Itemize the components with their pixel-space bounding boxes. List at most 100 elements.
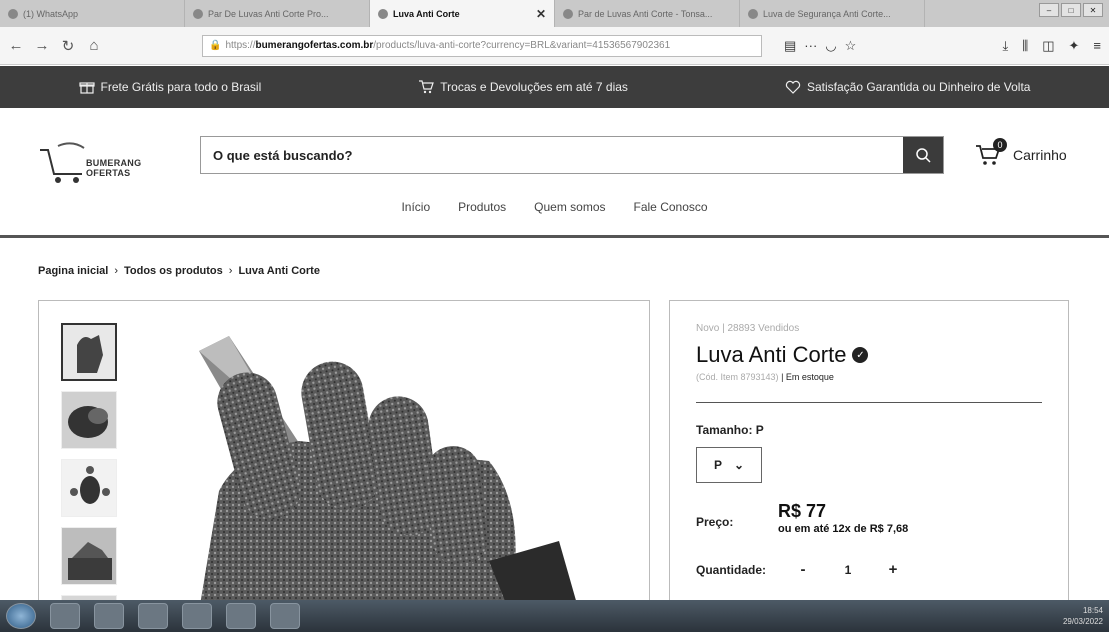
verified-check-icon: ✓ (852, 347, 869, 363)
thumbnail-list (61, 323, 119, 610)
firefox-icon[interactable] (226, 603, 256, 629)
site-logo[interactable]: BUMERANG OFERTAS (38, 138, 178, 188)
browser-tab[interactable]: (1) WhatsApp (0, 0, 185, 27)
menu-item-produtos[interactable]: Produtos (458, 200, 506, 214)
media-player-icon[interactable] (138, 603, 168, 629)
breadcrumb-current: Luva Anti Corte (238, 265, 320, 277)
announcement-label: Satisfação Garantida ou Dinheiro de Volt… (806, 80, 1031, 94)
product-price: R$ 77 (778, 501, 827, 521)
size-select[interactable]: P ⌄ (696, 447, 762, 483)
browser-tab[interactable]: Par De Luvas Anti Corte Pro... (185, 0, 370, 27)
search-input[interactable]: O que está buscando? (201, 137, 903, 173)
quantity-increase-button[interactable]: + (878, 561, 908, 578)
cart-count-badge: 0 (993, 138, 1007, 152)
more-icon[interactable]: ··· (804, 38, 817, 54)
product-thumbnail[interactable] (61, 459, 117, 517)
announcement-item: Frete Grátis para todo o Brasil (78, 79, 261, 95)
sidebar-icon[interactable]: ◫ (1042, 38, 1054, 54)
price-label: Preço: (696, 515, 734, 529)
heart-icon (785, 80, 801, 94)
tab-title: Luva de Segurança Anti Corte... (763, 8, 891, 19)
main-menu: Início Produtos Quem somos Fale Conosco (0, 200, 1109, 214)
tab-title: Luva Anti Corte (393, 8, 460, 19)
close-tab-icon[interactable]: ✕ (536, 7, 546, 21)
internet-explorer-icon[interactable] (50, 603, 80, 629)
site-icon (563, 8, 573, 19)
product-gallery (38, 300, 650, 610)
breadcrumb-all-products[interactable]: Todos os produtos (124, 265, 223, 277)
site-icon (193, 8, 203, 19)
site-icon (748, 8, 758, 19)
boomerang-cart-icon (40, 142, 85, 183)
url-prefix: https:// (225, 40, 256, 51)
installment-text: ou em até 12x de R$ 7,68 (778, 523, 909, 535)
product-thumbnail[interactable] (61, 391, 117, 449)
gift-icon (78, 82, 95, 94)
product-main-image[interactable] (159, 311, 599, 610)
bookmark-star-icon[interactable]: ☆ (845, 38, 857, 54)
tab-title: (1) WhatsApp (23, 8, 79, 19)
maximize-icon[interactable]: □ (1061, 3, 1081, 17)
whatsapp-icon (8, 8, 18, 19)
app-icon[interactable] (270, 603, 300, 629)
tab-title: Par De Luvas Anti Corte Pro... (208, 8, 329, 19)
quantity-row: Quantidade: - 1 + (696, 561, 1042, 578)
size-label: Tamanho: P (696, 423, 764, 437)
tab-title: Par de Luvas Anti Corte - Tonsa... (578, 8, 713, 19)
product-info-panel: Novo | 28893 Vendidos Luva Anti Corte ✓ … (669, 300, 1069, 610)
breadcrumb-separator: › (114, 265, 118, 277)
quantity-value[interactable]: 1 (818, 563, 878, 577)
browser-navbar: ← → ↻ ⌂ 🔒 https://bumerangofertas.com.br… (0, 27, 1109, 65)
breadcrumb-separator: › (228, 265, 233, 277)
search-button[interactable] (903, 137, 943, 173)
library-icon[interactable]: ⫼ (1022, 38, 1028, 54)
logo-text: BUMERANG OFERTAS (86, 158, 142, 178)
reader-view-icon[interactable]: ▤ (784, 38, 796, 54)
document-app-icon[interactable] (182, 603, 212, 629)
url-path: /products/luva-anti-corte?currency=BRL&v… (373, 40, 671, 51)
stock-status: | Em estoque (781, 372, 834, 382)
file-explorer-icon[interactable] (94, 603, 124, 629)
announcement-label: Trocas e Devoluções em até 7 dias (440, 80, 628, 94)
home-icon[interactable]: ⌂ (86, 37, 102, 54)
site-icon (378, 8, 388, 19)
menu-item-fale-conosco[interactable]: Fale Conosco (634, 200, 708, 214)
start-button[interactable] (6, 603, 36, 629)
menu-item-inicio[interactable]: Início (401, 200, 430, 214)
announcement-item: Satisfação Garantida ou Dinheiro de Volt… (785, 79, 1030, 95)
divider (696, 402, 1042, 403)
browser-tab-active[interactable]: Luva Anti Corte ✕ (370, 0, 555, 27)
forward-icon[interactable]: → (34, 37, 50, 54)
cart-icon: 0 (975, 138, 1007, 168)
product-thumbnail[interactable] (61, 323, 117, 381)
menu-item-quem-somos[interactable]: Quem somos (534, 200, 605, 214)
minimize-icon[interactable]: – (1039, 3, 1059, 17)
search-bar: O que está buscando? (200, 136, 944, 174)
browser-tab[interactable]: Luva de Segurança Anti Corte... (740, 0, 925, 27)
clock-time: 18:54 (1082, 606, 1103, 615)
reload-icon[interactable]: ↻ (60, 37, 76, 55)
browser-tab-strip: (1) WhatsApp Par De Luvas Anti Corte Pro… (0, 0, 1109, 27)
url-domain: bumerangofertas.com.br (255, 40, 374, 51)
extension-icon[interactable]: ✦ (1069, 38, 1080, 54)
breadcrumb: Pagina inicial › Todos os produtos › Luv… (38, 265, 320, 277)
quantity-decrease-button[interactable]: - (788, 561, 818, 578)
close-window-icon[interactable]: ✕ (1083, 3, 1103, 17)
product-sku-row: (Cód. Item 8793143) | Em estoque (696, 372, 1042, 382)
cart-label: Carrinho (1013, 147, 1067, 163)
cart-link[interactable]: 0 Carrinho (975, 138, 1067, 168)
download-icon[interactable]: ⤓ (1002, 38, 1008, 54)
pocket-icon[interactable]: ◡ (825, 38, 836, 54)
system-clock[interactable]: 18:54 29/03/2022 (1063, 605, 1103, 627)
os-taskbar: 18:54 29/03/2022 (0, 600, 1109, 632)
product-thumbnail[interactable] (61, 527, 117, 585)
product-title: Luva Anti Corte (696, 342, 847, 367)
size-select-value: P (713, 458, 722, 472)
menu-icon[interactable]: ≡ (1093, 38, 1101, 54)
browser-tab[interactable]: Par de Luvas Anti Corte - Tonsa... (555, 0, 740, 27)
cart-icon (419, 80, 435, 94)
breadcrumb-home[interactable]: Pagina inicial (38, 265, 108, 277)
address-bar[interactable]: 🔒 https://bumerangofertas.com.br/product… (202, 34, 762, 57)
announcement-bar: Frete Grátis para todo o Brasil Trocas e… (0, 66, 1109, 108)
back-icon[interactable]: ← (8, 37, 24, 54)
